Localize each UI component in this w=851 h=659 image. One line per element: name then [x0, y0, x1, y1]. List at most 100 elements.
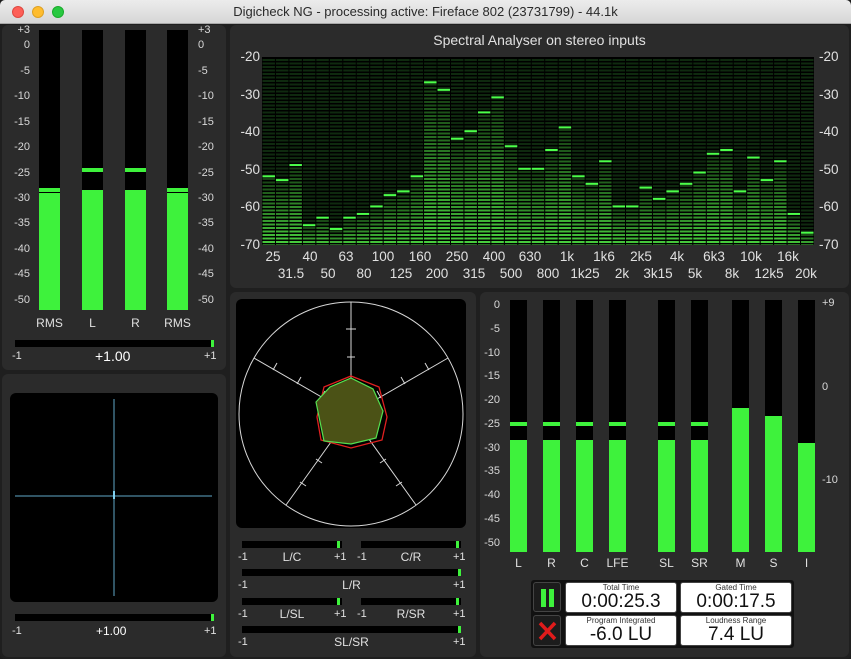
surround-bar-c — [576, 300, 593, 552]
surround-scale-tick: 0 — [493, 299, 500, 311]
surround-scale-tick: -35 — [484, 465, 500, 478]
spectrum-band — [424, 59, 437, 247]
level-scale-right-tick: -40 — [198, 242, 214, 255]
spectrum-y-tick-right: -40 — [819, 124, 839, 140]
level-scale-left-tick: -20 — [14, 141, 30, 154]
surround-bar-fill — [658, 440, 675, 552]
spectrum-y-tick-left: -30 — [240, 86, 260, 102]
spectrum-y-tick-right: -50 — [819, 161, 839, 177]
surround-scale-tick: -25 — [484, 417, 500, 430]
surround-scale-tick: -10 — [484, 346, 500, 359]
pair-meter-indicator — [458, 626, 461, 633]
spectrum-band-label-top: 16k — [777, 249, 799, 264]
spectrum-band — [410, 59, 424, 247]
surround-bar-label: L — [515, 556, 522, 570]
spectrum-y-tick-right: -60 — [819, 199, 839, 215]
spectrum-band — [491, 59, 504, 247]
window-title: Digicheck NG - processing active: Firefa… — [233, 4, 618, 19]
level-bar-fill — [39, 192, 60, 310]
surround-bar-fill — [510, 440, 527, 552]
pair-meter-indicator — [456, 541, 460, 548]
spectrum-band — [679, 59, 693, 247]
spectrum-band — [383, 59, 397, 247]
surround-bar-peak — [576, 421, 593, 426]
app-window: Digicheck NG - processing active: Firefa… — [0, 0, 851, 659]
level-bar-label: R — [131, 316, 140, 330]
pair-meter-c-r — [361, 541, 461, 548]
pair-meter-sl-sr — [242, 626, 461, 633]
spectrum-band — [572, 59, 585, 247]
level-bar-peak — [167, 188, 188, 193]
loudness-scale-tick: +9 — [822, 297, 835, 309]
spectrum-band-label-bottom: 20k — [795, 266, 817, 281]
reset-x-icon — [538, 621, 557, 641]
level-bar-fill — [82, 190, 103, 310]
spectrum-band-label-top: 63 — [338, 249, 354, 264]
spectrum-band — [518, 59, 531, 247]
surround-bar-peak — [609, 421, 626, 426]
surround-bar-fill — [576, 440, 593, 552]
spectrum-band — [437, 59, 450, 247]
level-scale-right-tick: -25 — [198, 166, 214, 179]
pair-meter-l-c — [242, 541, 342, 548]
surround-scale-tick: -40 — [484, 489, 500, 501]
spectrum-band — [370, 59, 383, 247]
correlation-value: +1.00 — [95, 348, 131, 364]
gonio-correlation-value: +1.00 — [96, 624, 127, 638]
level-scale-left-tick: 0 — [23, 39, 30, 52]
gonio-correlation-meter — [15, 614, 214, 621]
loudness-bar-fill — [765, 415, 782, 552]
level-scale-right-tick: -20 — [198, 141, 214, 154]
spectrum-band — [343, 59, 356, 247]
loudness-range-value: 7.4 LU — [708, 624, 764, 645]
pair-label: L/SL — [279, 607, 305, 621]
reset-button[interactable] — [533, 615, 561, 646]
title-bar: Digicheck NG - processing active: Firefa… — [0, 0, 851, 24]
level-scale-right-tick: -15 — [198, 115, 214, 128]
spectrum-band — [329, 59, 343, 247]
spectrum-band — [626, 59, 639, 247]
gonio-corr-min: -1 — [12, 625, 22, 637]
spectrum-title: Spectral Analyser on stereo inputs — [433, 32, 646, 48]
level-bar-l — [82, 30, 103, 310]
spectrum-y-tick-left: -50 — [240, 161, 260, 177]
level-bar-rms — [39, 30, 60, 310]
level-scale-left-tick: -40 — [14, 242, 30, 255]
surround-scale-tick: -20 — [484, 394, 500, 406]
program-integrated-box: Program Integrated -6.0 LU — [565, 615, 677, 646]
pair-label: SL/SR — [334, 635, 369, 649]
surround-bar-lfe — [609, 300, 626, 552]
spectrum-band — [760, 59, 774, 247]
spectrum-band — [599, 59, 612, 247]
spectrum-band — [801, 59, 814, 247]
spectrum-band — [356, 59, 370, 247]
spectrum-band-label-top: 25 — [265, 249, 281, 264]
gonio-correlation-indicator — [211, 614, 214, 621]
spectrum-band-label-top: 250 — [445, 249, 469, 264]
pair-meter-indicator — [337, 541, 341, 548]
corr-min-label: -1 — [12, 350, 22, 362]
total-time-value: 0:00:25.3 — [581, 591, 661, 612]
spectrum-band — [477, 59, 491, 247]
pair-label: C/R — [400, 550, 422, 564]
spectrum-band-label-top: 2k5 — [630, 249, 652, 264]
surround-scale-tick: -30 — [484, 441, 500, 454]
level-scale-right-tick: +3 — [198, 24, 211, 36]
level-bar-peak — [125, 168, 146, 172]
surround-scope-display — [236, 299, 466, 528]
pause-icon — [541, 589, 554, 607]
spectrum-band-label-top: 160 — [408, 249, 432, 264]
pause-button[interactable] — [533, 582, 561, 612]
spectrum-band — [774, 59, 787, 247]
correlation-indicator — [211, 340, 214, 347]
spectrum-band — [545, 59, 558, 247]
pair-meter-indicator — [337, 598, 341, 605]
spectrum-band — [720, 59, 733, 247]
correlation-meter — [15, 340, 214, 347]
surround-bar-r — [543, 300, 560, 552]
level-bar-fill — [125, 190, 146, 310]
spectrum-band-label-top: 4k — [669, 249, 685, 264]
spectrum-band-label-top: 40 — [302, 249, 318, 264]
loudness-range-box: Loudness Range 7.4 LU — [680, 615, 792, 646]
spectrum-band — [275, 59, 289, 247]
